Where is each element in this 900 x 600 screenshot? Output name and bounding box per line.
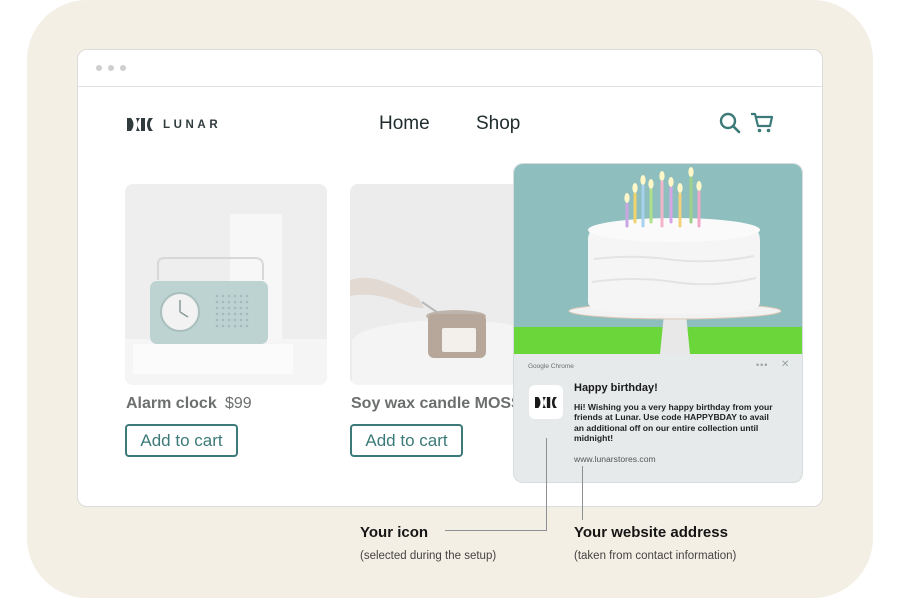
website-callout-subtitle: (taken from contact information) bbox=[574, 550, 737, 562]
close-icon[interactable]: ✕ bbox=[781, 359, 789, 370]
product-name[interactable]: Alarm clock bbox=[126, 395, 217, 413]
notification-body: Hi! Wishing you a very happy birthday fr… bbox=[574, 402, 773, 443]
nav-home[interactable]: Home bbox=[379, 113, 430, 135]
product-price: $99 bbox=[225, 395, 252, 412]
brand-mark-icon bbox=[535, 396, 557, 408]
browser-titlebar bbox=[78, 50, 822, 87]
product-name[interactable]: Soy wax candle MOSS bbox=[351, 395, 522, 413]
notification-app-icon bbox=[529, 385, 563, 419]
add-to-cart-button[interactable]: Add to cart bbox=[350, 424, 463, 457]
more-options-icon[interactable]: ••• bbox=[756, 360, 768, 370]
notification-title: Happy birthday! bbox=[574, 382, 658, 394]
nav-shop[interactable]: Shop bbox=[476, 113, 520, 135]
notification-hero-image bbox=[514, 164, 802, 354]
icon-callout-line bbox=[546, 438, 547, 530]
window-dot bbox=[120, 65, 126, 71]
icon-callout-subtitle: (selected during the setup) bbox=[360, 550, 497, 562]
website-callout-title: Your website address bbox=[574, 524, 728, 541]
icon-callout-line bbox=[445, 530, 547, 531]
notification-url[interactable]: www.lunarstores.com bbox=[574, 454, 656, 464]
product-image-alarm-clock[interactable] bbox=[125, 184, 327, 385]
brand-logo[interactable]: LUNAR bbox=[127, 118, 221, 131]
icon-callout-title: Your icon bbox=[360, 524, 429, 541]
window-dot bbox=[108, 65, 114, 71]
push-notification[interactable]: Google Chrome ••• ✕ Happy birthday! Hi! … bbox=[514, 164, 802, 482]
window-dot bbox=[96, 65, 102, 71]
notification-source: Google Chrome bbox=[528, 363, 574, 370]
brand-name: LUNAR bbox=[163, 118, 222, 131]
brand-mark-icon bbox=[127, 118, 153, 131]
website-callout-line bbox=[582, 466, 583, 520]
cart-icon[interactable] bbox=[750, 112, 774, 139]
search-icon[interactable] bbox=[719, 112, 741, 139]
add-to-cart-button[interactable]: Add to cart bbox=[125, 424, 238, 457]
